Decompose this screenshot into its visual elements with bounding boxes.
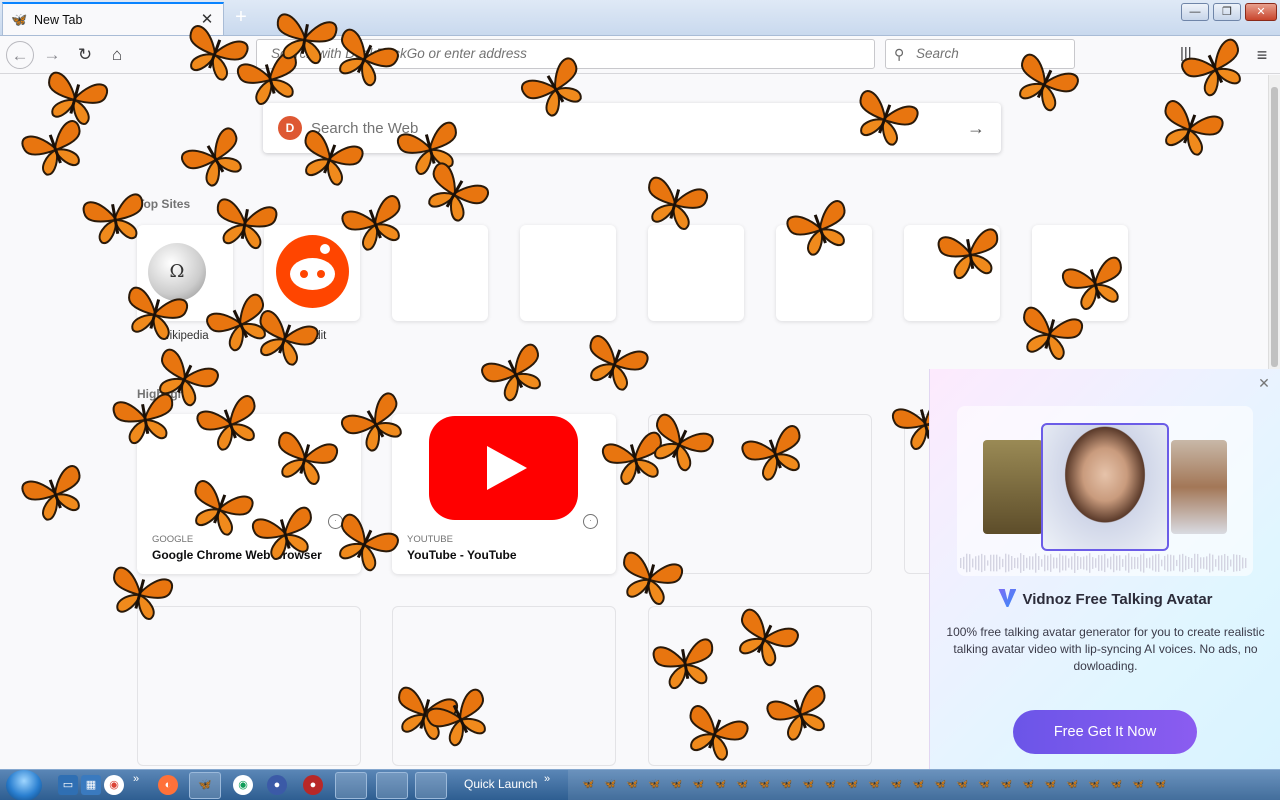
highlight-source: YOUTUBE: [407, 534, 453, 545]
tray-butterfly-icon: 🦋: [582, 779, 595, 790]
back-icon[interactable]: ←: [6, 41, 34, 69]
audio-waveform: [960, 553, 1247, 573]
tray-butterfly-icon: 🦋: [648, 779, 661, 790]
tray-butterfly-icon: 🦋: [626, 779, 639, 790]
youtube-logo-icon: [429, 416, 578, 520]
scrollbar-thumb[interactable]: [1271, 87, 1278, 367]
close-icon[interactable]: ✕: [1256, 375, 1272, 391]
top-site-tile-empty[interactable]: [648, 225, 744, 321]
highlight-title: YouTube - YouTube: [407, 548, 517, 562]
tray-butterfly-icon: 🦋: [780, 779, 793, 790]
butterfly-decoration: [652, 638, 714, 690]
tray-butterfly-icon: 🦋: [868, 779, 881, 790]
tray-butterfly-icon: 🦋: [912, 779, 925, 790]
quick-launch-label: Quick Launch: [464, 777, 538, 791]
tray-butterfly-icon: 🦋: [714, 779, 727, 790]
tray-butterfly-icon: 🦋: [1000, 779, 1013, 790]
taskbar-window[interactable]: [415, 772, 447, 799]
butterfly-app-icon: 🦋: [198, 779, 212, 791]
windows-taskbar: ▭ ▦ ◉ » ◐ 🦋 ◉ ● ● Quick Launch » 🦋 🦋 🦋 🦋 🦋 🦋 🦋…: [0, 769, 1280, 800]
tray-butterfly-icon: 🦋: [692, 779, 705, 790]
highlight-source: GOOGLE: [152, 534, 194, 545]
close-window-button[interactable]: ✕: [1245, 3, 1277, 21]
home-icon[interactable]: ⌂: [103, 41, 131, 69]
tray-butterfly-icon: 🦋: [1022, 779, 1035, 790]
duckduckgo-logo-icon: D: [278, 116, 302, 140]
butterfly-decoration: [216, 198, 278, 250]
reload-icon[interactable]: ↻: [71, 41, 99, 69]
new-tab-button[interactable]: +: [228, 5, 254, 29]
quick-launch-chevron-icon[interactable]: »: [544, 773, 550, 785]
tray-butterfly-icon: 🦋: [1066, 779, 1079, 790]
ad-description: 100% free talking avatar generator for y…: [946, 625, 1265, 673]
butterfly-favicon-icon: 🦋: [11, 11, 28, 27]
avatar-photo-right: [1171, 440, 1227, 534]
ad-brand-title: Vidnoz Free Talking Avatar: [930, 589, 1280, 608]
firefox-icon[interactable]: ◐: [158, 775, 178, 795]
avatar-photo-main: [1041, 423, 1169, 551]
minimize-button[interactable]: —: [1181, 3, 1209, 21]
tray-butterfly-icon: 🦋: [670, 779, 683, 790]
free-get-it-now-button[interactable]: Free Get It Now: [1013, 710, 1197, 754]
tray-butterfly-icon: 🦋: [824, 779, 837, 790]
search-icon: ⚲: [894, 46, 905, 62]
clock-icon: ·: [583, 514, 598, 529]
taskbar-window[interactable]: [376, 772, 408, 799]
app-icon[interactable]: ●: [303, 775, 323, 795]
tray-butterfly-icon: 🦋: [1044, 779, 1057, 790]
show-desktop-icon[interactable]: ▭: [58, 775, 78, 795]
taskbar-window[interactable]: [335, 772, 367, 799]
maximize-button[interactable]: ❐: [1213, 3, 1241, 21]
explorer-icon[interactable]: ▦: [81, 775, 101, 795]
chrome-icon[interactable]: ◉: [104, 775, 124, 795]
avatar-photo-left: [983, 440, 1043, 534]
tray-butterfly-icon: 🦋: [934, 779, 947, 790]
chrome-icon[interactable]: ◉: [233, 775, 253, 795]
tab-title: New Tab: [34, 12, 83, 27]
tray-butterfly-icon: 🦋: [802, 779, 815, 790]
search-bar-placeholder: Search: [916, 46, 959, 61]
tray-butterfly-icon: 🦋: [604, 779, 617, 790]
tray-butterfly-icon: 🦋: [1154, 779, 1167, 790]
tray-butterfly-icon: 🦋: [846, 779, 859, 790]
top-site-tile-empty[interactable]: [520, 225, 616, 321]
butterfly-decoration: [82, 193, 144, 245]
vidnoz-logo-icon: [998, 589, 1017, 607]
tray-butterfly-icon: 🦋: [1110, 779, 1123, 790]
tray-butterfly-icon: 🦋: [758, 779, 771, 790]
app-icon[interactable]: ●: [267, 775, 287, 795]
tray-butterfly-icon: 🦋: [736, 779, 749, 790]
start-button[interactable]: [6, 770, 42, 800]
tray-butterfly-icon: 🦋: [890, 779, 903, 790]
ad-brand-text: Vidnoz Free Talking Avatar: [1022, 591, 1213, 608]
system-tray: 🦋 🦋 🦋 🦋 🦋 🦋 🦋 🦋 🦋 🦋 🦋 🦋 🦋 🦋 🦋 🦋 🦋 🦋 🦋 🦋 🦋 🦋 🦋 🦋 🦋 🦋 🦋: [568, 770, 1280, 800]
butterfly-decoration: [937, 228, 999, 280]
reddit-logo-icon: [276, 235, 349, 308]
arrow-right-icon[interactable]: →: [967, 118, 985, 139]
tray-butterfly-icon: 🦋: [956, 779, 969, 790]
highlight-card-empty: [137, 606, 361, 766]
vidnoz-ad-popup: ✕ Vidnoz Free Talking Avatar 100% free t…: [929, 369, 1280, 769]
tray-butterfly-icon: 🦋: [978, 779, 991, 790]
hamburger-menu-icon[interactable]: ≡: [1252, 44, 1272, 66]
tray-butterfly-icon: 🦋: [1088, 779, 1101, 790]
tray-butterfly-icon: 🦋: [1132, 779, 1145, 790]
taskbar-overflow-icon[interactable]: »: [133, 773, 139, 785]
